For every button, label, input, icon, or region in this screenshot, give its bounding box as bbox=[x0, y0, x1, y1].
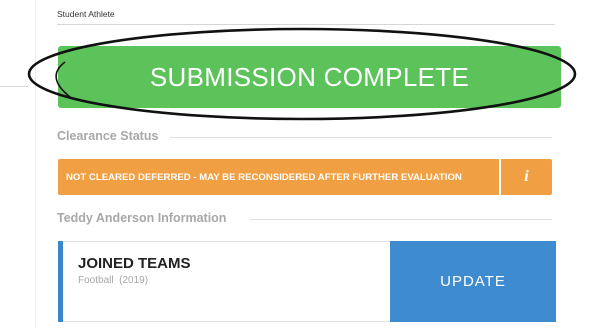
info-icon[interactable]: i bbox=[501, 159, 552, 195]
athlete-info-heading: Teddy Anderson Information bbox=[57, 211, 227, 225]
team-entry: Football (2019) bbox=[78, 275, 148, 286]
subtitle-divider bbox=[57, 24, 555, 25]
team-year: (2019) bbox=[119, 275, 149, 286]
submission-complete-banner: SUBMISSION COMPLETE bbox=[58, 46, 561, 108]
joined-teams-title: JOINED TEAMS bbox=[78, 255, 191, 272]
page-border bbox=[35, 0, 36, 328]
card-accent bbox=[58, 241, 63, 322]
athlete-info-divider bbox=[250, 219, 552, 220]
clearance-divider bbox=[170, 137, 552, 138]
page-subtitle: Student Athlete bbox=[57, 9, 115, 19]
team-sport: Football bbox=[78, 275, 114, 286]
clearance-status-heading: Clearance Status bbox=[57, 129, 159, 143]
update-button[interactable]: UPDATE bbox=[390, 241, 556, 322]
side-divider bbox=[0, 86, 28, 87]
info-icon-glyph: i bbox=[524, 168, 529, 185]
clearance-status-badge: NOT CLEARED DEFERRED - MAY BE RECONSIDER… bbox=[58, 159, 499, 195]
